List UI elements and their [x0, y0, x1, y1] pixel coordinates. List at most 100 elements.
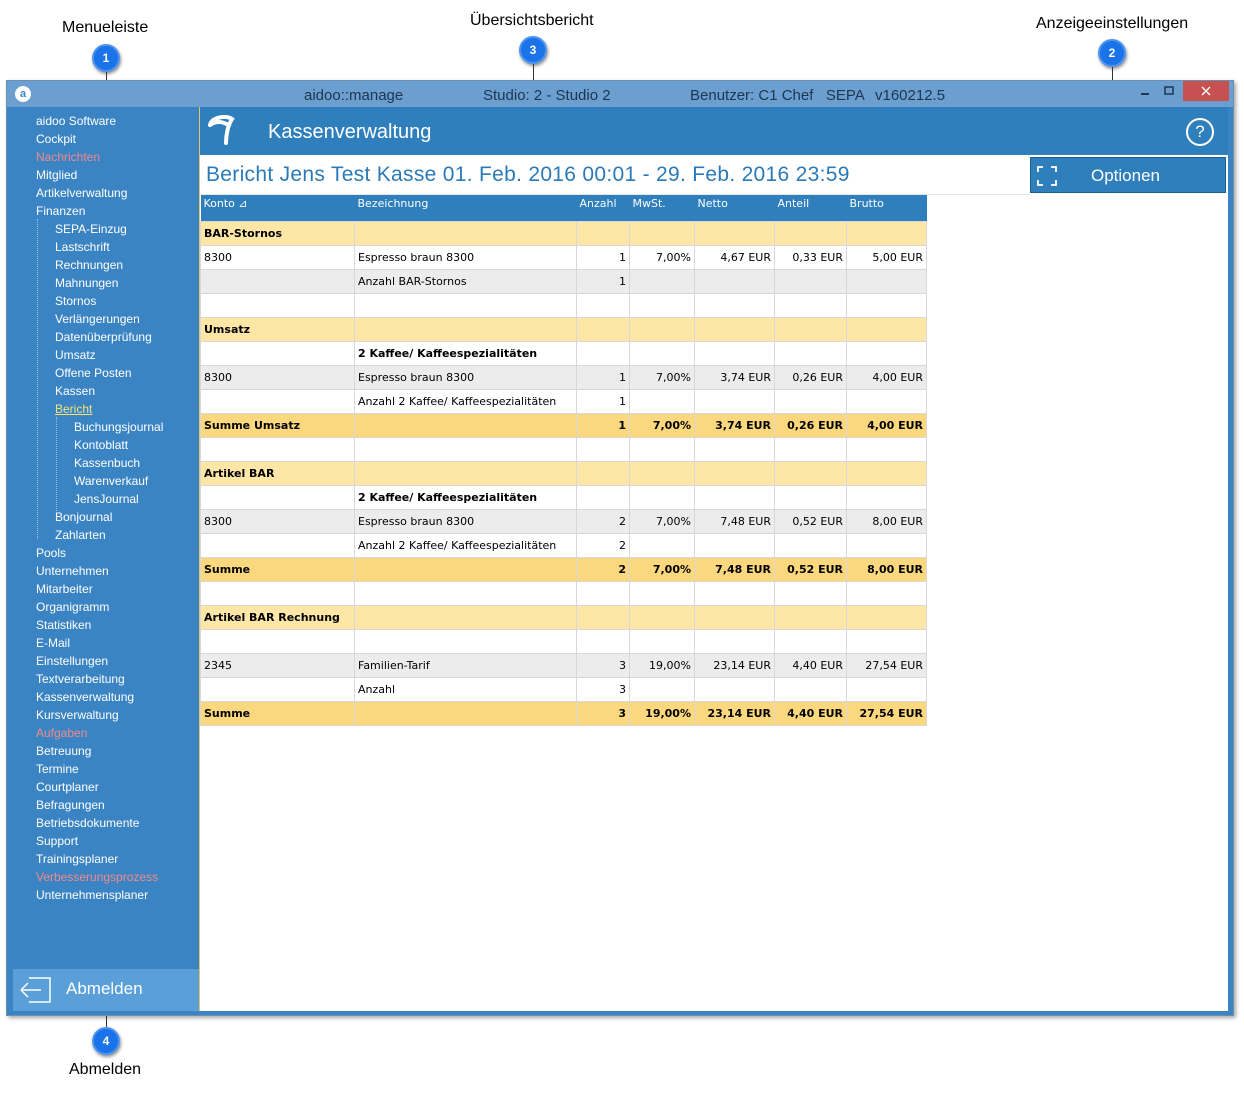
column-header[interactable]: Konto ⊿: [200, 195, 355, 222]
column-header[interactable]: Netto: [694, 195, 775, 222]
titlebar-app-name: aidoo::manage: [304, 87, 404, 104]
callout-badge-display: 2: [1098, 39, 1126, 67]
sidebar-item-aufgaben[interactable]: Aufgaben: [36, 726, 87, 740]
sidebar-item-kassenbuch[interactable]: Kassenbuch: [74, 456, 140, 470]
sidebar-item-unternehmensplaner[interactable]: Unternehmensplaner: [36, 888, 148, 902]
column-header[interactable]: Anzahl: [576, 195, 630, 222]
table-cell: [774, 461, 847, 486]
sidebar-item-termine[interactable]: Termine: [36, 762, 79, 776]
sidebar-item-kontoblatt[interactable]: Kontoblatt: [74, 438, 128, 452]
logout-label: Abmelden: [66, 979, 143, 998]
sidebar-item-umsatz[interactable]: Umsatz: [55, 348, 96, 362]
sidebar-item-warenverkauf[interactable]: Warenverkauf: [74, 474, 148, 488]
sidebar-item-finanzen[interactable]: Finanzen: [36, 204, 85, 218]
sidebar-item-aidoo-software[interactable]: aidoo Software: [36, 114, 116, 128]
sidebar-item-e-mail[interactable]: E-Mail: [36, 636, 70, 650]
sidebar-item-stornos[interactable]: Stornos: [55, 294, 96, 308]
sidebar-item-einstellungen[interactable]: Einstellungen: [36, 654, 108, 668]
options-button[interactable]: Optionen: [1030, 157, 1226, 193]
table-cell: [354, 629, 577, 654]
table-cell: [846, 293, 927, 318]
sidebar-item-unternehmen[interactable]: Unternehmen: [36, 564, 109, 578]
sidebar-item-mitarbeiter[interactable]: Mitarbeiter: [36, 582, 93, 596]
close-button[interactable]: [1183, 81, 1229, 101]
table-row: [200, 437, 927, 462]
sidebar-item-pools[interactable]: Pools: [36, 546, 66, 560]
maximize-icon: [1164, 86, 1174, 95]
table-cell: 2: [576, 557, 630, 582]
table-row: 2 Kaffee/ Kaffeespezialitäten: [200, 485, 927, 510]
sidebar-item-nachrichten[interactable]: Nachrichten: [36, 150, 100, 164]
sidebar-item-kassenverwaltung[interactable]: Kassenverwaltung: [36, 690, 134, 704]
table-cell: [846, 221, 927, 246]
table-cell: Anzahl 2 Kaffee/ Kaffeespezialitäten: [354, 389, 577, 414]
table-cell: [576, 437, 630, 462]
sidebar-item-verbesserungsprozess[interactable]: Verbesserungsprozess: [36, 870, 158, 884]
table-cell: 2345: [200, 653, 355, 678]
table-cell: [694, 485, 775, 510]
column-header[interactable]: Brutto: [846, 195, 927, 222]
sidebar-item-artikelverwaltung[interactable]: Artikelverwaltung: [36, 186, 127, 200]
sidebar-item-verlängerungen[interactable]: Verlängerungen: [55, 312, 140, 326]
table-row: 8300 Espresso braun 8300 2 7,00% 7,48 EUR 0,5…: [200, 509, 927, 534]
table-cell: 0,33 EUR: [774, 245, 847, 270]
table-cell: [354, 605, 577, 630]
table-cell: [694, 461, 775, 486]
sidebar-item-organigramm[interactable]: Organigramm: [36, 600, 109, 614]
table-cell: [354, 437, 577, 462]
sidebar-item-rechnungen[interactable]: Rechnungen: [55, 258, 123, 272]
sidebar-item-cockpit[interactable]: Cockpit: [36, 132, 76, 146]
maximize-button[interactable]: [1159, 81, 1179, 101]
table-cell: Espresso braun 8300: [354, 509, 577, 534]
column-header[interactable]: Bezeichnung: [354, 195, 577, 222]
sidebar-item-offene-posten[interactable]: Offene Posten: [55, 366, 132, 380]
sidebar-item-jensjournal[interactable]: JensJournal: [74, 492, 139, 506]
column-header[interactable]: MwSt.: [629, 195, 695, 222]
table-cell: 2: [576, 533, 630, 558]
table-cell: 23,14 EUR: [694, 653, 775, 678]
sidebar-item-datenüberprüfung[interactable]: Datenüberprüfung: [55, 330, 152, 344]
titlebar-user: Benutzer: C1 Chef SEPA: [690, 87, 865, 104]
callout-badge-logout: 4: [92, 1027, 120, 1055]
sidebar-item-sepa-einzug[interactable]: SEPA-Einzug: [55, 222, 127, 236]
table-cell: Umsatz: [200, 317, 355, 342]
table-cell: [200, 389, 355, 414]
table-row: Umsatz: [200, 317, 927, 342]
sidebar-item-betriebsdokumente[interactable]: Betriebsdokumente: [36, 816, 139, 830]
sidebar-item-courtplaner[interactable]: Courtplaner: [36, 780, 99, 794]
sidebar-item-textverarbeitung[interactable]: Textverarbeitung: [36, 672, 125, 686]
table-row: [200, 581, 927, 606]
report-title: Bericht Jens Test Kasse 01. Feb. 2016 00…: [206, 163, 850, 186]
titlebar-version: v160212.5: [875, 87, 946, 104]
table-row: [200, 293, 927, 318]
table-cell: Summe: [200, 557, 355, 582]
table-row: 8300 Espresso braun 8300 1 7,00% 3,74 EUR 0,2…: [200, 365, 927, 390]
sidebar-item-kursverwaltung[interactable]: Kursverwaltung: [36, 708, 119, 722]
table-cell: 8300: [200, 365, 355, 390]
sidebar-item-mitglied[interactable]: Mitglied: [36, 168, 77, 182]
table-cell: [629, 605, 695, 630]
table-cell: [846, 269, 927, 294]
sidebar-item-statistiken[interactable]: Statistiken: [36, 618, 91, 632]
table-cell: [629, 221, 695, 246]
help-button[interactable]: ?: [1186, 118, 1214, 146]
sidebar-item-befragungen[interactable]: Befragungen: [36, 798, 105, 812]
sidebar-item-kassen[interactable]: Kassen: [55, 384, 95, 398]
minimize-button[interactable]: [1135, 81, 1155, 101]
sidebar-item-bonjournal[interactable]: Bonjournal: [55, 510, 112, 524]
table-cell: [846, 437, 927, 462]
sidebar-item-betreuung[interactable]: Betreuung: [36, 744, 91, 758]
table-cell: 3,74 EUR: [694, 365, 775, 390]
sidebar-item-buchungsjournal[interactable]: Buchungsjournal: [74, 420, 163, 434]
sidebar-item-mahnungen[interactable]: Mahnungen: [55, 276, 118, 290]
titlebar-studio: Studio: 2 - Studio 2: [483, 87, 611, 104]
sidebar-item-zahlarten[interactable]: Zahlarten: [55, 528, 106, 542]
sidebar-item-bericht[interactable]: Bericht: [55, 402, 92, 416]
callout-label-display: Anzeigeeinstellungen: [1036, 15, 1189, 32]
logout-button[interactable]: Abmelden: [13, 969, 199, 1011]
sidebar-item-support[interactable]: Support: [36, 834, 78, 848]
sidebar-item-lastschrift[interactable]: Lastschrift: [55, 240, 110, 254]
sidebar-item-trainingsplaner[interactable]: Trainingsplaner: [36, 852, 118, 866]
table-cell: [846, 581, 927, 606]
column-header[interactable]: Anteil: [774, 195, 847, 222]
